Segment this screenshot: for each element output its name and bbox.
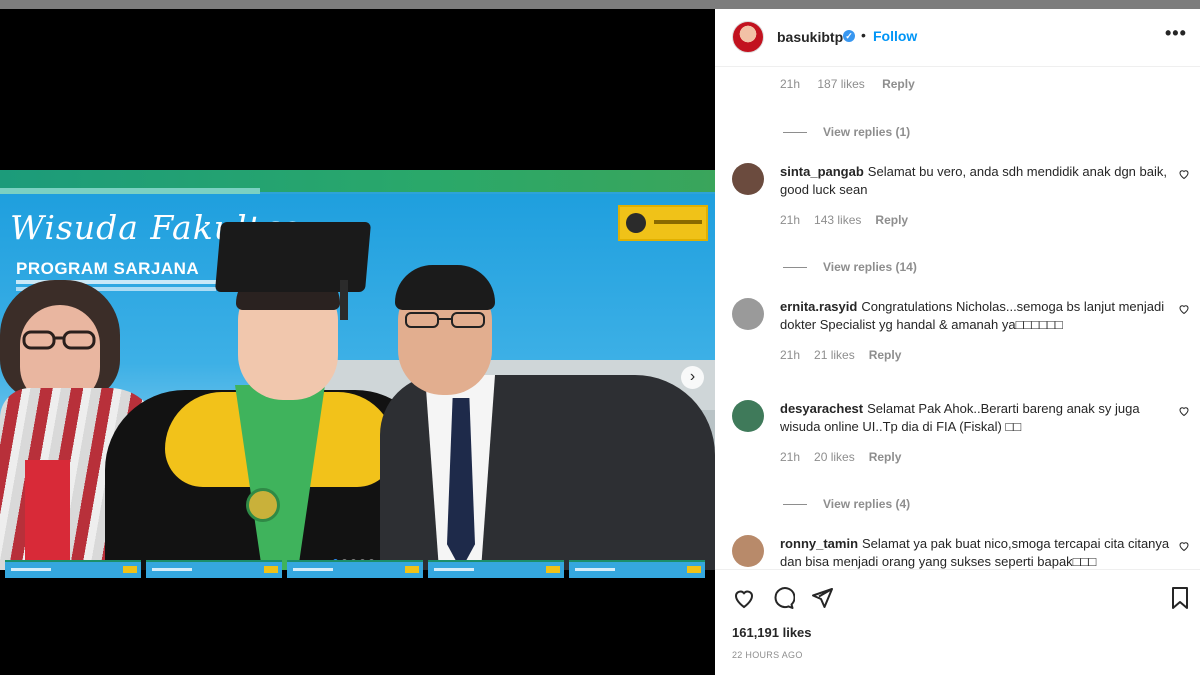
reply-button[interactable]: Reply	[869, 348, 902, 362]
banner-title-program: PROGRAM SARJANA	[16, 259, 200, 278]
comment-username[interactable]: sinta_pangab	[780, 164, 864, 179]
comment-text: sinta_pangab Selamat bu vero, anda sdh me…	[780, 164, 1167, 197]
reply-button[interactable]: Reply	[875, 213, 908, 227]
post-header: basukibtp ✓ • Follow •••	[715, 9, 1200, 67]
follow-button[interactable]: Follow	[873, 28, 917, 44]
view-replies-button[interactable]: View replies (4)	[783, 497, 910, 511]
reply-button[interactable]: Reply	[869, 450, 902, 464]
post-media[interactable]: Wisuda Fakultas PROGRAM SARJANA ›	[0, 9, 715, 675]
university-logo	[618, 205, 708, 241]
thumbnail	[569, 560, 705, 578]
avatar[interactable]	[732, 163, 764, 195]
comment-meta: 21h 143 likes Reply	[780, 213, 909, 227]
man-hair	[395, 265, 495, 310]
avatar[interactable]	[732, 535, 764, 567]
comment-icon[interactable]	[771, 586, 795, 610]
comment-meta: 21h 187 likes Reply	[780, 77, 929, 91]
heart-icon[interactable]	[1178, 405, 1190, 420]
thumbnail	[5, 560, 141, 578]
heart-icon[interactable]	[732, 586, 756, 610]
comment-meta: 21h 21 likes Reply	[780, 348, 902, 362]
bookmark-icon[interactable]	[1168, 586, 1192, 610]
thumbnail	[428, 560, 564, 578]
glasses-icon	[22, 330, 96, 350]
avatar[interactable]	[732, 400, 764, 432]
comment-meta: 21h 20 likes Reply	[780, 450, 902, 464]
comment-text: ernita.rasyid Congratulations Nicholas...…	[780, 299, 1165, 332]
verified-badge-icon: ✓	[843, 30, 855, 42]
post-actions: 161,191 likes 22 HOURS AGO	[715, 569, 1200, 675]
comments-panel: basukibtp ✓ • Follow ••• 21h 187 likes R…	[715, 9, 1200, 675]
comment-username[interactable]: ernita.rasyid	[780, 299, 857, 314]
graduation-photo: Wisuda Fakultas PROGRAM SARJANA	[0, 170, 715, 570]
instagram-post-window: Wisuda Fakultas PROGRAM SARJANA › basuki…	[0, 0, 1200, 675]
share-icon[interactable]	[810, 586, 834, 610]
thumbnail	[146, 560, 282, 578]
separator-dot: •	[861, 27, 866, 43]
comment-text: desyarachest Selamat Pak Ahok..Berarti ba…	[780, 401, 1140, 434]
comment-username[interactable]: ronny_tamin	[780, 536, 858, 551]
comments-list: 21h 187 likes Reply View replies (1) sin…	[715, 67, 1200, 569]
view-replies-button[interactable]: View replies (1)	[783, 125, 910, 139]
likes-count[interactable]: 161,191 likes	[732, 625, 812, 640]
reply-button[interactable]: Reply	[882, 77, 915, 91]
banner-stripe-accent	[0, 188, 260, 194]
woman-shirt	[25, 460, 70, 570]
chevron-right-icon[interactable]: ›	[681, 366, 704, 389]
heart-icon[interactable]	[1178, 540, 1190, 555]
comment-time: 21h	[780, 77, 801, 91]
comment-likes[interactable]: 187 likes	[817, 77, 864, 91]
thumbnail	[287, 560, 423, 578]
comment-text: ronny_tamin Selamat ya pak buat nico,smog…	[780, 536, 1170, 569]
post-username[interactable]: basukibtp	[777, 29, 843, 45]
video-call-thumbnails	[0, 560, 715, 578]
more-options-icon[interactable]: •••	[1165, 23, 1187, 44]
heart-icon[interactable]	[1178, 303, 1190, 318]
glasses-icon	[405, 312, 485, 328]
avatar[interactable]	[732, 298, 764, 330]
heart-icon[interactable]	[1178, 168, 1190, 183]
post-timestamp: 22 HOURS AGO	[732, 650, 803, 660]
university-medal	[246, 488, 280, 522]
view-replies-button[interactable]: View replies (14)	[783, 260, 917, 274]
avatar[interactable]	[732, 21, 764, 53]
comment-username[interactable]: desyarachest	[780, 401, 863, 416]
browser-top-strip	[0, 0, 1200, 9]
cap-tassel	[340, 280, 348, 320]
